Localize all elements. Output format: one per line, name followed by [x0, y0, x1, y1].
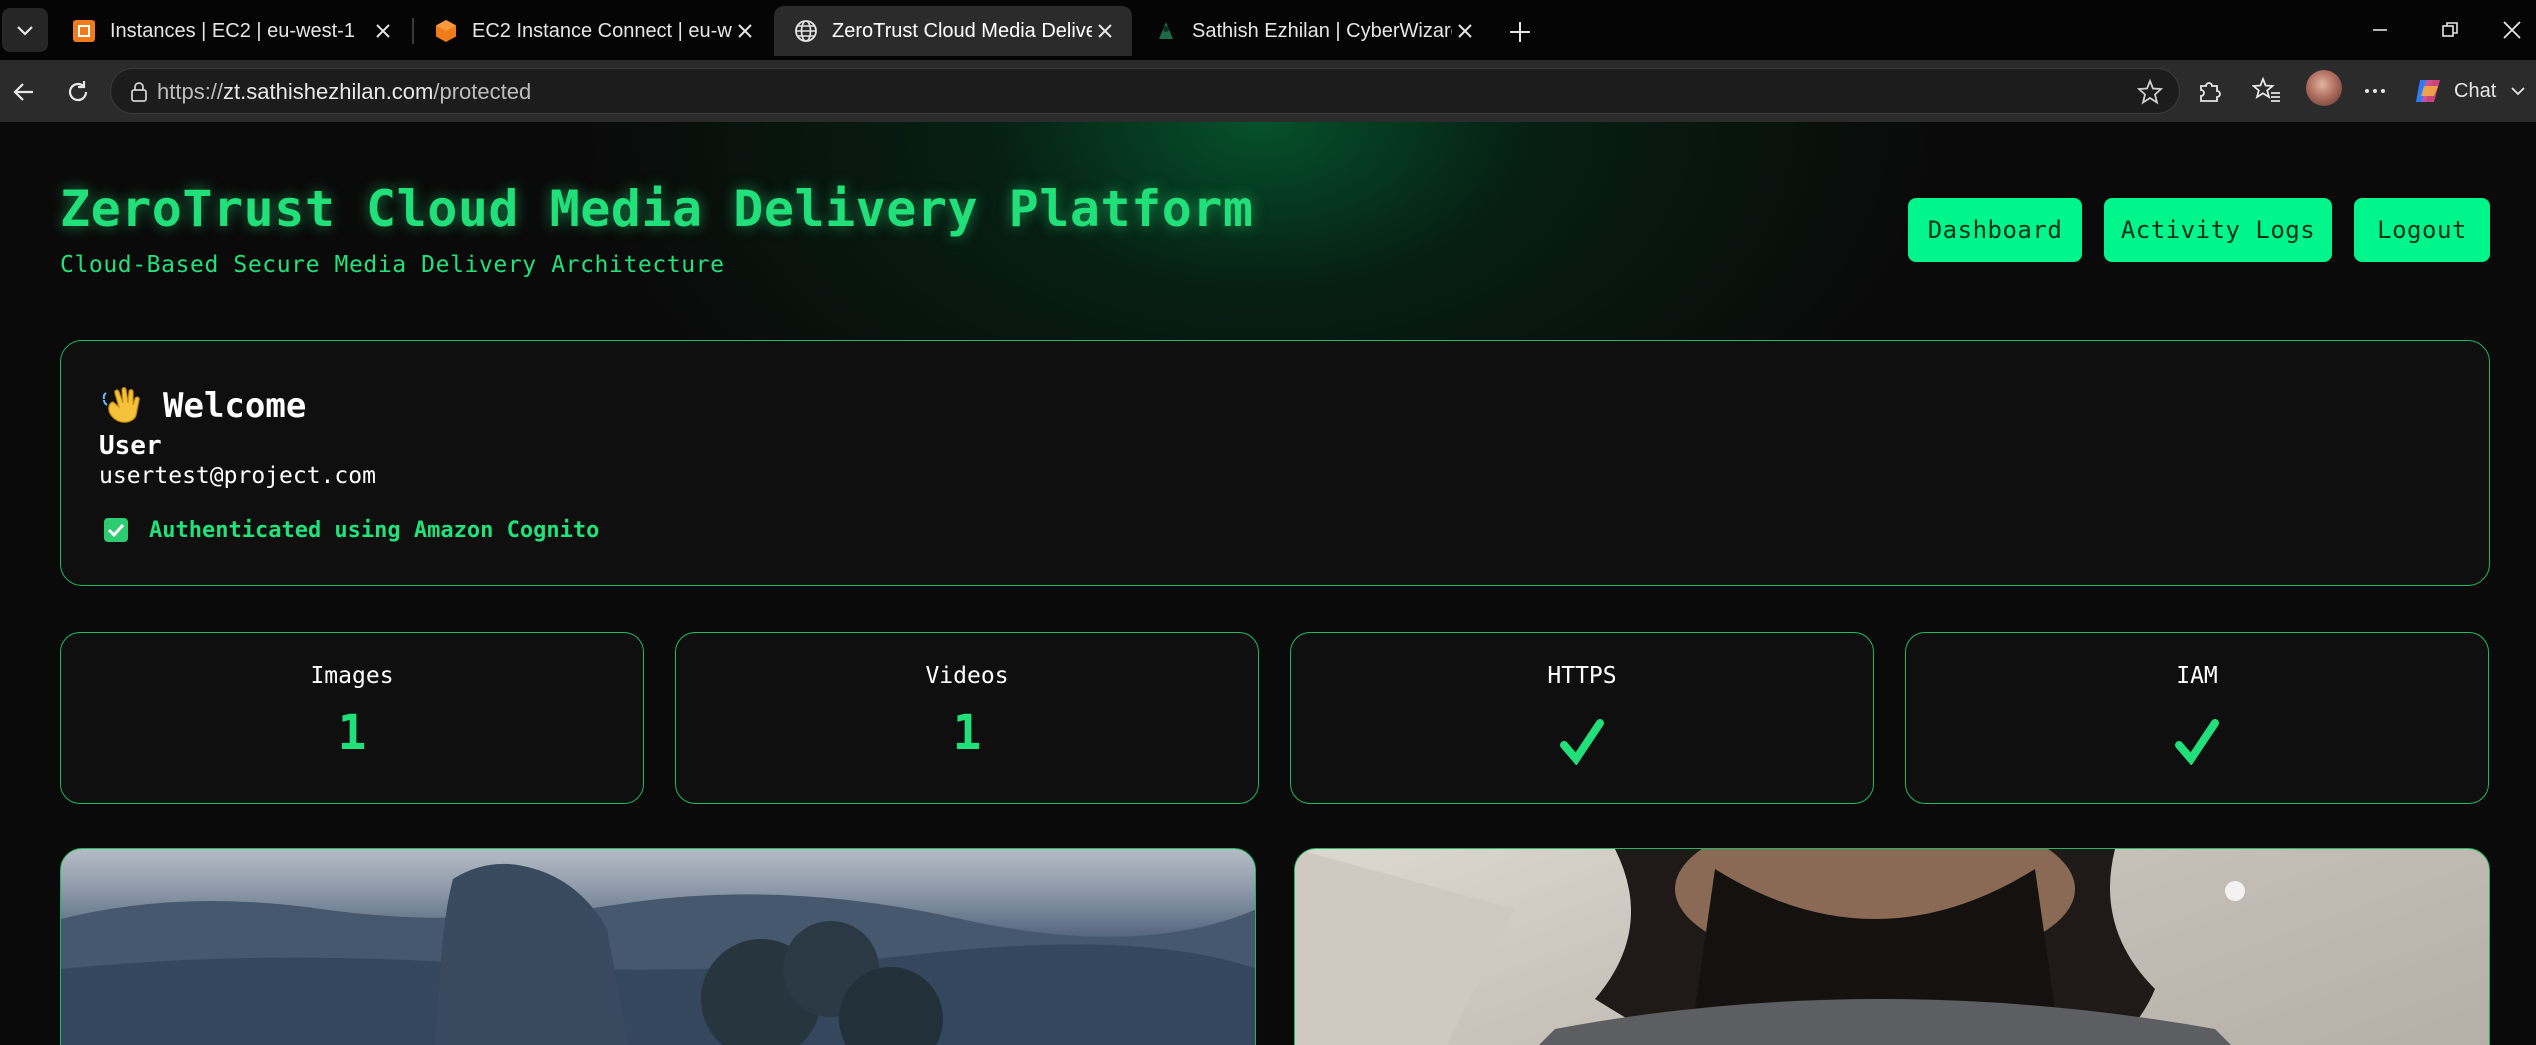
stat-label: IAM — [2176, 663, 2218, 689]
reload-icon — [68, 81, 88, 102]
browser-tab-strip: Instances | EC2 | eu-west-1 EC2 Instance… — [0, 0, 2536, 60]
restore-button[interactable] — [2428, 10, 2472, 50]
page-title: ZeroTrust Cloud Media Delivery Platform — [60, 180, 1254, 238]
globe-icon — [794, 19, 818, 43]
close-tab-icon[interactable] — [1092, 18, 1118, 44]
more-icon — [2365, 89, 2385, 93]
plus-icon — [1510, 22, 1530, 42]
photo-portrait — [1295, 849, 2245, 1045]
media-image-card[interactable] — [60, 848, 1256, 1045]
close-icon — [2503, 21, 2521, 39]
stat-label: HTTPS — [1547, 663, 1617, 689]
logout-button[interactable]: Logout — [2354, 198, 2490, 262]
tab-title: Instances | EC2 | eu-west-1 — [110, 19, 355, 42]
activity-logs-button[interactable]: Activity Logs — [2104, 198, 2332, 262]
checkmark-icon — [2175, 719, 2219, 765]
stat-card-videos: Videos 1 — [675, 632, 1259, 804]
waving-hand-icon — [102, 387, 140, 423]
extensions-button[interactable] — [2192, 74, 2226, 108]
stat-value: 1 — [952, 705, 982, 761]
stat-card-iam: IAM — [1905, 632, 2489, 804]
tab-title: EC2 Instance Connect | eu-west-1 — [472, 19, 732, 42]
page-subtitle: Cloud-Based Secure Media Delivery Archit… — [60, 252, 725, 278]
welcome-heading: Welcome — [101, 385, 306, 427]
checkbox-checked-icon — [104, 518, 128, 542]
arrow-left-icon — [13, 83, 33, 101]
user-name: User — [99, 431, 162, 461]
more-options-button[interactable] — [2358, 74, 2392, 108]
auth-status-text: Authenticated using Amazon Cognito — [149, 517, 600, 543]
welcome-text: Welcome — [163, 386, 307, 426]
url-prefix: https:// — [157, 79, 224, 104]
tab-list-button[interactable] — [2, 8, 48, 52]
close-tab-icon[interactable] — [732, 18, 758, 44]
stat-label: Videos — [925, 663, 1009, 689]
profile-avatar[interactable] — [2306, 70, 2342, 106]
back-button[interactable] — [4, 72, 44, 112]
stat-card-images: Images 1 — [60, 632, 644, 804]
close-tab-icon[interactable] — [370, 18, 396, 44]
chevron-down-icon[interactable] — [2510, 83, 2526, 99]
tab-ec2-instance-connect[interactable]: EC2 Instance Connect | eu-west-1 — [414, 6, 772, 56]
url-path: /protected — [433, 79, 532, 104]
checkmark-icon — [1560, 719, 1604, 765]
chevron-down-icon — [17, 26, 33, 36]
user-email: usertest@project.com — [99, 463, 376, 489]
minimize-icon — [2373, 29, 2387, 31]
tab-title: ZeroTrust Cloud Media Delivery Pl — [832, 19, 1092, 42]
tab-zerotrust-platform[interactable]: ZeroTrust Cloud Media Delivery Pl — [774, 6, 1132, 56]
favorite-star-icon[interactable] — [2137, 79, 2163, 105]
restore-icon — [2442, 22, 2458, 37]
copilot-icon — [2416, 80, 2440, 102]
site-icon — [1154, 19, 1178, 43]
page-content: ZeroTrust Cloud Media Delivery Platform … — [0, 122, 2536, 1045]
browser-toolbar: https://zt.sathishezhilan.com/protected … — [0, 60, 2536, 122]
url-host: zt.sathishezhilan.com — [223, 79, 434, 104]
puzzle-icon — [2200, 82, 2221, 102]
tab-cyberwizard[interactable]: Sathish Ezhilan | CyberWizard — [1134, 6, 1492, 56]
copilot-label: Chat — [2454, 79, 2497, 102]
favorites-icon — [2252, 76, 2280, 102]
stat-label: Images — [310, 663, 394, 689]
url-text: https://zt.sathishezhilan.com/protected — [157, 79, 531, 105]
close-window-button[interactable] — [2490, 10, 2534, 50]
photo-landscape — [61, 863, 1255, 1045]
site-info-icon[interactable] — [127, 80, 151, 104]
reload-button[interactable] — [58, 72, 98, 112]
media-video-card[interactable] — [1294, 848, 2490, 1045]
auth-status: Authenticated using Amazon Cognito — [103, 517, 599, 543]
welcome-card: Welcome User usertest@project.com Authen… — [60, 340, 2490, 586]
close-tab-icon[interactable] — [1452, 18, 1478, 44]
favorites-button[interactable] — [2250, 74, 2284, 108]
aws-ec2-connect-icon — [434, 19, 458, 43]
new-tab-button[interactable] — [1502, 14, 1538, 50]
dashboard-button[interactable]: Dashboard — [1908, 198, 2082, 262]
copilot-chat-button[interactable]: Chat — [2412, 74, 2526, 108]
minimize-button[interactable] — [2358, 10, 2402, 50]
tab-ec2-instances[interactable]: Instances | EC2 | eu-west-1 — [52, 6, 410, 56]
address-bar[interactable]: https://zt.sathishezhilan.com/protected — [110, 68, 2180, 114]
stat-card-https: HTTPS — [1290, 632, 1874, 804]
tab-title: Sathish Ezhilan | CyberWizard — [1192, 19, 1452, 42]
aws-ec2-icon — [72, 19, 96, 43]
stat-value: 1 — [337, 705, 367, 761]
